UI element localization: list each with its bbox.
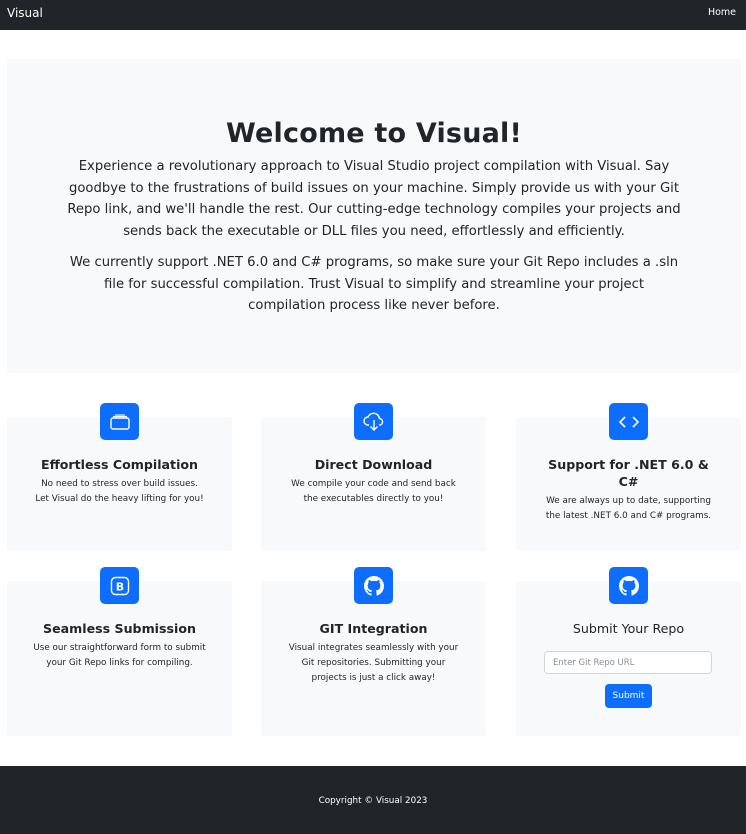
footer: Copyright © Visual 2023 (0, 766, 746, 834)
feature-card-compilation: Effortless Compilation No need to stress… (7, 403, 232, 551)
submit-repo-card: Submit Your Repo Submit (516, 567, 741, 736)
svg-text:B: B (115, 580, 123, 593)
git-repo-url-input[interactable] (544, 651, 712, 674)
feature-card-submission: B Seamless Submission Use our straightfo… (7, 567, 232, 736)
feature-title: Seamless Submission (43, 621, 196, 636)
feature-card-download: Direct Download We compile your code and… (261, 403, 486, 551)
cloud-download-icon (354, 403, 393, 440)
feature-card-dotnet: Support for .NET 6.0 & C# We are always … (516, 403, 741, 551)
submit-form-title: Submit Your Repo (572, 621, 685, 636)
folder-icon (100, 403, 139, 440)
hero-paragraph-intro: Experience a revolutionary approach to V… (67, 159, 681, 239)
feature-title: GIT Integration (319, 621, 428, 636)
submit-button[interactable]: Submit (605, 684, 652, 708)
hero-section: Welcome to Visual! Experience a revoluti… (7, 58, 741, 373)
code-icon (609, 403, 648, 440)
github-icon (354, 567, 393, 604)
feature-title: Effortless Compilation (40, 457, 199, 472)
hero-paragraph-support: We currently support .NET 6.0 and C# pro… (69, 255, 679, 313)
brand-link[interactable]: Visual (7, 6, 43, 20)
hero-title: Welcome to Visual! (226, 118, 522, 149)
feature-text: We compile your code and send back the e… (291, 479, 456, 504)
feature-title: Direct Download (314, 457, 433, 472)
feature-title: Support for .NET 6.0 & C# (548, 457, 709, 489)
nav-link-home[interactable]: Home (708, 7, 736, 18)
github-icon (609, 567, 648, 604)
navbar: Visual Home (0, 0, 746, 30)
feature-text: Visual integrates seamlessly with your G… (288, 643, 459, 683)
feature-text: We are always up to date, supporting the… (545, 496, 712, 521)
copyright-text: Copyright © Visual 2023 (318, 796, 428, 806)
feature-text: No need to stress over build issues. Let… (35, 479, 204, 504)
bootstrap-icon: B (100, 567, 139, 604)
feature-text: Use our straightforward form to submit y… (33, 643, 206, 668)
feature-card-git: GIT Integration Visual integrates seamle… (261, 567, 486, 736)
